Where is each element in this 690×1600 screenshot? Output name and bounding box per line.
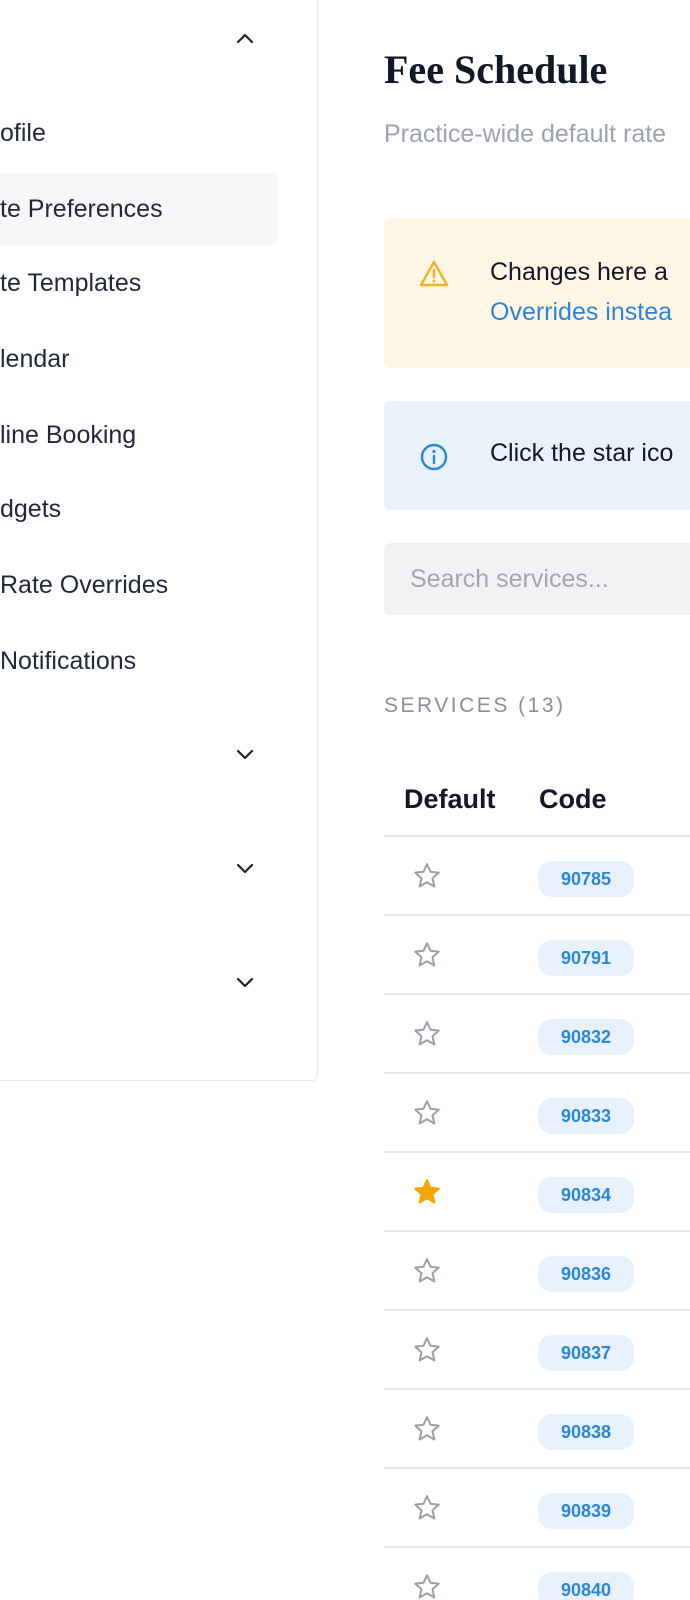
star-outline-icon[interactable]	[412, 1572, 442, 1600]
sidebar-item-label: lendar	[0, 344, 70, 373]
column-header-code[interactable]: Code	[539, 784, 607, 815]
sidebar-item-profile[interactable]: ofile	[0, 97, 278, 169]
sidebar-item-label: te Templates	[0, 268, 142, 297]
service-code-badge[interactable]: 90791	[538, 940, 634, 976]
search-input[interactable]	[384, 543, 690, 615]
chevron-down-icon[interactable]	[236, 745, 254, 763]
info-icon	[418, 441, 450, 473]
table-row: 90785	[384, 837, 690, 916]
sidebar-item-label: dgets	[0, 494, 62, 523]
services-heading: SERVICES (13)	[384, 694, 566, 717]
sidebar-item-label: line Booking	[0, 420, 137, 449]
star-outline-icon[interactable]	[412, 940, 442, 970]
star-outline-icon[interactable]	[412, 1098, 442, 1128]
sidebar-item-notifications[interactable]: Notifications	[0, 625, 278, 697]
chevron-down-icon[interactable]	[236, 859, 254, 877]
settings-page: ofile te Preferences te Templates lendar…	[0, 0, 690, 1600]
warning-text: Changes here a	[490, 258, 668, 286]
info-text: Click the star ico	[490, 439, 674, 467]
table-header: Default Code	[384, 760, 690, 837]
star-outline-icon[interactable]	[412, 1493, 442, 1523]
service-code-badge[interactable]: 90833	[538, 1098, 634, 1134]
table-row: 90832	[384, 995, 690, 1074]
warning-alert: Changes here a Overrides instea	[384, 218, 690, 368]
service-code-badge[interactable]: 90836	[538, 1256, 634, 1292]
star-outline-icon[interactable]	[412, 1335, 442, 1365]
service-code-badge[interactable]: 90839	[538, 1493, 634, 1529]
rate-overrides-link[interactable]: Overrides instea	[490, 298, 672, 327]
sidebar-item-label: Rate Overrides	[0, 570, 169, 599]
sidebar-item-widgets[interactable]: dgets	[0, 473, 278, 545]
star-outline-icon[interactable]	[412, 861, 442, 891]
chevron-up-icon[interactable]	[236, 30, 254, 48]
chevron-down-icon[interactable]	[236, 973, 254, 991]
star-outline-icon[interactable]	[412, 1256, 442, 1286]
star-outline-icon[interactable]	[412, 1019, 442, 1049]
column-header-default[interactable]: Default	[404, 784, 496, 815]
star-filled-icon[interactable]	[412, 1177, 442, 1207]
star-outline-icon[interactable]	[412, 1414, 442, 1444]
sidebar-item-label: ofile	[0, 118, 46, 147]
sidebar-item-online-booking[interactable]: line Booking	[0, 399, 278, 471]
table-row: 90837	[384, 1311, 690, 1390]
sidebar-item-rate-overrides[interactable]: Rate Overrides	[0, 549, 278, 621]
page-title: Fee Schedule	[384, 47, 608, 92]
table-row: 90834	[384, 1153, 690, 1232]
table-row: 90839	[384, 1469, 690, 1548]
sidebar-item-label: te Preferences	[0, 194, 163, 223]
service-code-badge[interactable]: 90785	[538, 861, 634, 897]
info-alert: Click the star ico	[384, 401, 690, 510]
main-content: Fee Schedule Practice-wide default rate …	[384, 0, 690, 1600]
service-code-badge[interactable]: 90837	[538, 1335, 634, 1371]
warning-icon	[418, 258, 450, 290]
service-code-badge[interactable]: 90834	[538, 1177, 634, 1213]
service-code-badge[interactable]: 90838	[538, 1414, 634, 1450]
sidebar-item-rate-preferences[interactable]: te Preferences	[0, 173, 278, 245]
sidebar-item-label: Notifications	[0, 646, 137, 675]
table-row: 90833	[384, 1074, 690, 1153]
table-row: 90791	[384, 916, 690, 995]
table-row: 90838	[384, 1390, 690, 1469]
service-code-badge[interactable]: 90840	[538, 1572, 634, 1600]
table-row: 90840	[384, 1548, 690, 1600]
settings-sidebar: ofile te Preferences te Templates lendar…	[0, 0, 318, 1081]
page-subtitle: Practice-wide default rate	[384, 120, 667, 148]
sidebar-item-rate-templates[interactable]: te Templates	[0, 247, 278, 319]
services-table: Default Code 90785 90791 90832 90833 90834 90…	[384, 760, 690, 1600]
service-code-badge[interactable]: 90832	[538, 1019, 634, 1055]
sidebar-item-calendar[interactable]: lendar	[0, 323, 278, 395]
table-row: 90836	[384, 1232, 690, 1311]
